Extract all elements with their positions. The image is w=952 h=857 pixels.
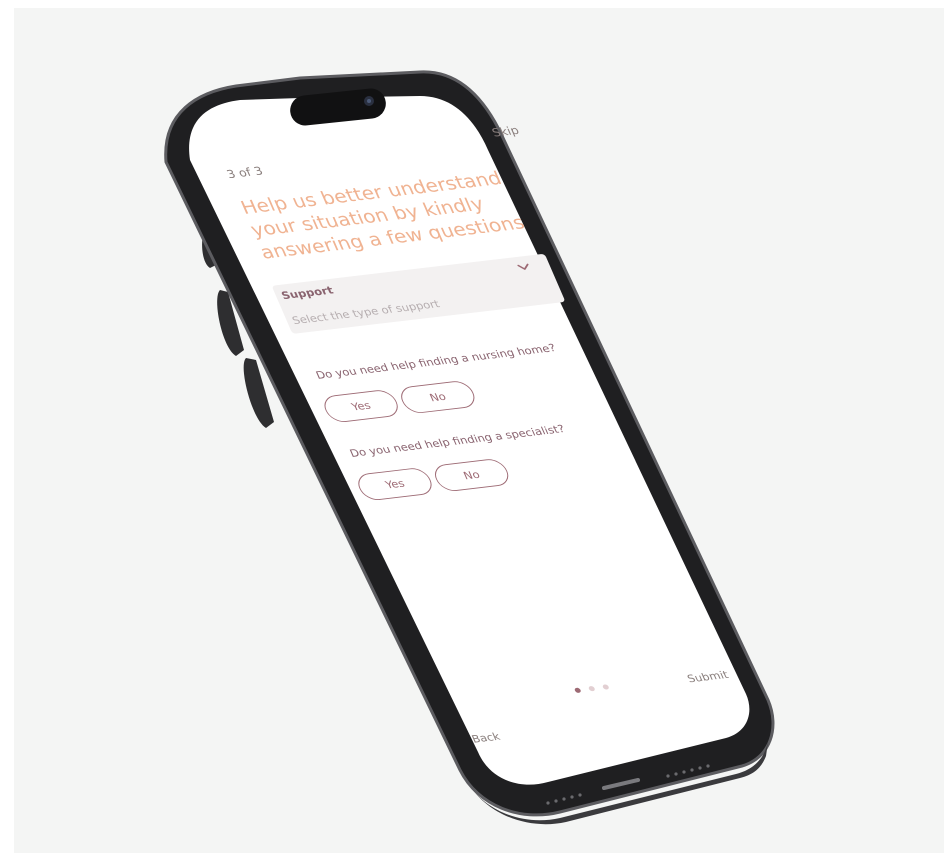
pagination-dot	[573, 687, 582, 694]
specialist-yes-button[interactable]: Yes	[353, 466, 437, 502]
page-title: Help us better understand your situation…	[237, 167, 528, 263]
pagination-dot	[587, 685, 596, 692]
back-button[interactable]: Back	[470, 730, 502, 745]
step-indicator: 3 of 3	[224, 165, 266, 182]
specialist-no-button[interactable]: No	[430, 457, 513, 493]
phone-mockup: 3 of 3 Skip Help us better understand yo…	[0, 0, 952, 857]
pagination-dot	[601, 684, 610, 690]
question-specialist: Do you need help finding a specialist?	[347, 422, 567, 460]
skip-button[interactable]: Skip	[490, 124, 521, 139]
question-nursing-home: Do you need help finding a nursing home?	[313, 341, 558, 382]
pagination-dots	[573, 684, 610, 694]
submit-button[interactable]: Submit	[685, 669, 730, 685]
nursing-home-no-button[interactable]: No	[396, 379, 480, 415]
nursing-home-yes-button[interactable]: Yes	[319, 388, 403, 424]
